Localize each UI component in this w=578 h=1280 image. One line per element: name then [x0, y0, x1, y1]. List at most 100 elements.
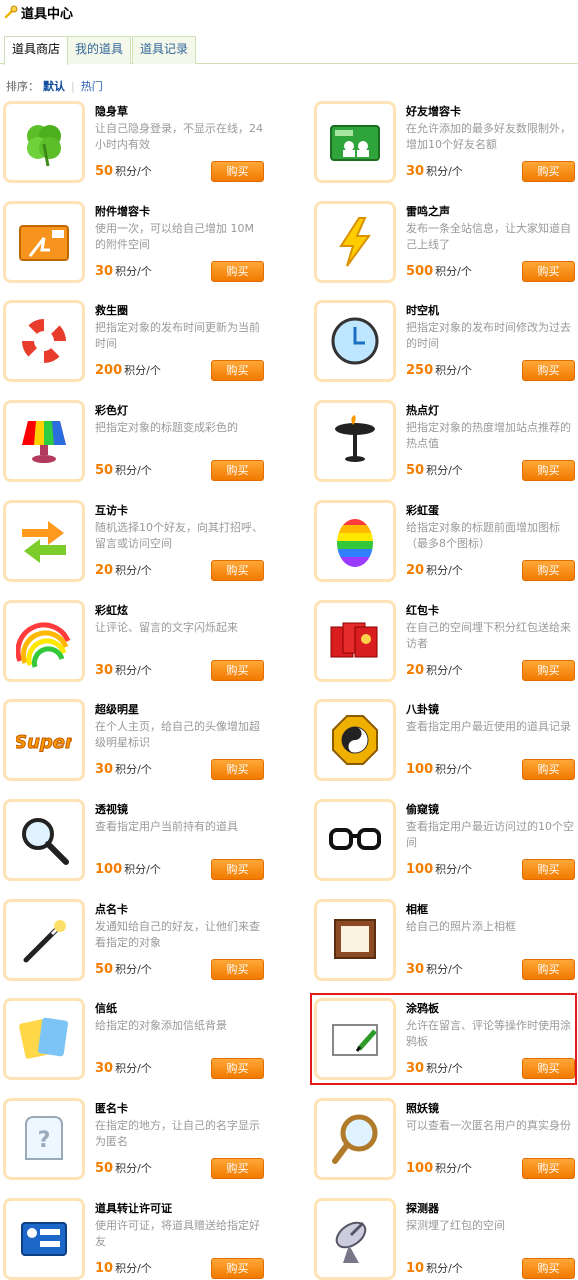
item-price-unit: 积分/个: [115, 1261, 152, 1275]
buy-button[interactable]: 购买: [211, 759, 264, 781]
item-icon-box[interactable]: [314, 798, 396, 881]
tab-my-items[interactable]: 我的道具: [67, 36, 132, 64]
tab-records[interactable]: 道具记录: [132, 36, 197, 64]
buy-button[interactable]: 购买: [522, 260, 575, 282]
buy-button[interactable]: 购买: [211, 1158, 264, 1179]
item-name[interactable]: 点名卡: [95, 901, 128, 917]
buy-button[interactable]: 购买: [211, 659, 264, 681]
item-icon-box[interactable]: [3, 898, 85, 981]
item-name[interactable]: 红包卡: [406, 602, 439, 618]
buy-button[interactable]: 购买: [211, 559, 264, 581]
item-description: 给指定对象的标题前面增加图标（最多8个图标）: [406, 520, 560, 550]
item-icon-box[interactable]: [314, 101, 396, 183]
item-icon-box[interactable]: [314, 499, 396, 582]
glasses-icon: [329, 827, 381, 850]
buy-button[interactable]: 购买: [211, 1257, 264, 1279]
item-name[interactable]: 隐身草: [95, 103, 128, 119]
item-card: 彩色灯 把指定对象的标题变成彩色的 50 积分/个 购买: [3, 400, 273, 484]
item-name[interactable]: 信纸: [95, 1000, 117, 1016]
item-name[interactable]: 八卦镜: [406, 701, 439, 717]
item-description: 让自己隐身登录，不显示在线，24小时内有效: [95, 122, 263, 151]
item-description: 在指定的地方，让自己的名字显示为匿名: [95, 1119, 260, 1148]
item-icon-box[interactable]: [314, 400, 396, 483]
item-icon-box[interactable]: [314, 699, 396, 782]
buy-button[interactable]: 购买: [211, 858, 264, 880]
item-icon-box[interactable]: Super: [3, 699, 85, 782]
item-name[interactable]: 匿名卡: [95, 1100, 128, 1116]
item-icon-box[interactable]: [314, 1197, 396, 1280]
item-description: 在自己的空间埋下积分红包送给来访者: [406, 620, 571, 650]
item-price-value: 10: [406, 1260, 425, 1276]
item-price-value: 200: [95, 363, 123, 379]
item-name[interactable]: 互访卡: [95, 502, 128, 518]
item-name[interactable]: 附件增容卡: [95, 203, 150, 219]
item-icon-box[interactable]: ?: [3, 1098, 85, 1180]
item-icon-box[interactable]: [3, 998, 85, 1081]
item-name[interactable]: 透视镜: [95, 801, 128, 817]
item-price-value: 100: [406, 1161, 434, 1176]
tab-shop[interactable]: 道具商店: [4, 36, 69, 65]
arrows-icon: [22, 520, 66, 563]
buy-button[interactable]: 购买: [522, 1158, 575, 1179]
item-name[interactable]: 时空机: [406, 302, 439, 318]
item-name[interactable]: 救生圈: [95, 302, 128, 318]
sort-hot-link[interactable]: 热门: [81, 78, 103, 94]
item-icon-box[interactable]: [3, 599, 85, 682]
item-name[interactable]: 热点灯: [406, 402, 439, 418]
item-price-unit: 积分/个: [426, 464, 463, 478]
item-price: 200 积分/个: [95, 362, 161, 378]
item-icon-box[interactable]: [3, 400, 85, 483]
item-price-value: 30: [95, 662, 114, 678]
item-name[interactable]: 相框: [406, 901, 428, 917]
item-icon-box[interactable]: [314, 1098, 396, 1180]
buy-button[interactable]: 购买: [211, 360, 264, 382]
buy-button[interactable]: 购买: [522, 161, 575, 182]
buy-button[interactable]: 购买: [522, 659, 575, 681]
item-name[interactable]: 雷鸣之声: [406, 203, 450, 219]
item-price-unit: 积分/个: [435, 264, 472, 278]
item-price: 50 积分/个: [406, 462, 463, 478]
buy-button[interactable]: 购买: [211, 958, 264, 980]
item-name[interactable]: 照妖镜: [406, 1100, 439, 1116]
item-name[interactable]: 偷窥镜: [406, 801, 439, 817]
buy-button[interactable]: 购买: [211, 1058, 264, 1080]
item-card: 偷窥镜 查看指定用户最近访问过的10个空间 100 积分/个 购买: [314, 798, 578, 883]
buy-button[interactable]: 购买: [522, 1257, 575, 1279]
attachment-card-icon: [19, 224, 69, 261]
item-icon-box[interactable]: [3, 200, 85, 283]
item-icon-box[interactable]: [3, 300, 85, 383]
buy-button[interactable]: 购买: [522, 759, 575, 781]
color-lamp-icon: [22, 421, 66, 464]
buy-button[interactable]: 购买: [522, 360, 575, 382]
buy-button[interactable]: 购买: [522, 559, 575, 581]
item-name[interactable]: 好友增容卡: [406, 103, 461, 119]
buy-button[interactable]: 购买: [522, 958, 575, 980]
item-price: 10 积分/个: [95, 1260, 152, 1276]
buy-button[interactable]: 购买: [522, 858, 575, 880]
item-name[interactable]: 彩虹炫: [95, 602, 128, 618]
item-icon-box[interactable]: [314, 898, 396, 981]
item-icon-box[interactable]: [314, 599, 396, 682]
item-card: 道具转让许可证 使用许可证，将道具赠送给指定好友 10 积分/个 购买: [3, 1197, 273, 1280]
item-icon-box[interactable]: [3, 101, 85, 183]
buy-button[interactable]: 购买: [522, 460, 575, 482]
item-icon-box[interactable]: [3, 499, 85, 582]
item-icon-box[interactable]: [314, 300, 396, 383]
item-name[interactable]: 彩色灯: [95, 402, 128, 418]
item-icon-box[interactable]: [3, 798, 85, 881]
item-name[interactable]: 道具转让许可证: [95, 1200, 172, 1216]
item-price: 30 积分/个: [95, 1060, 152, 1076]
item-price-unit: 积分/个: [426, 663, 463, 677]
item-name[interactable]: 探测器: [406, 1200, 439, 1216]
item-name[interactable]: 超级明星: [95, 701, 139, 717]
item-icon-box[interactable]: [3, 1197, 85, 1280]
buy-button[interactable]: 购买: [211, 161, 264, 182]
item-price-value: 250: [406, 363, 434, 379]
buy-button[interactable]: 购买: [211, 460, 264, 482]
item-price-value: 100: [95, 861, 123, 877]
sort-bar: 排序： 默认 | 热门: [6, 78, 103, 94]
item-icon-box[interactable]: [314, 200, 396, 283]
item-name[interactable]: 彩虹蛋: [406, 502, 439, 518]
sort-default-link[interactable]: 默认: [43, 78, 65, 94]
buy-button[interactable]: 购买: [211, 260, 264, 282]
